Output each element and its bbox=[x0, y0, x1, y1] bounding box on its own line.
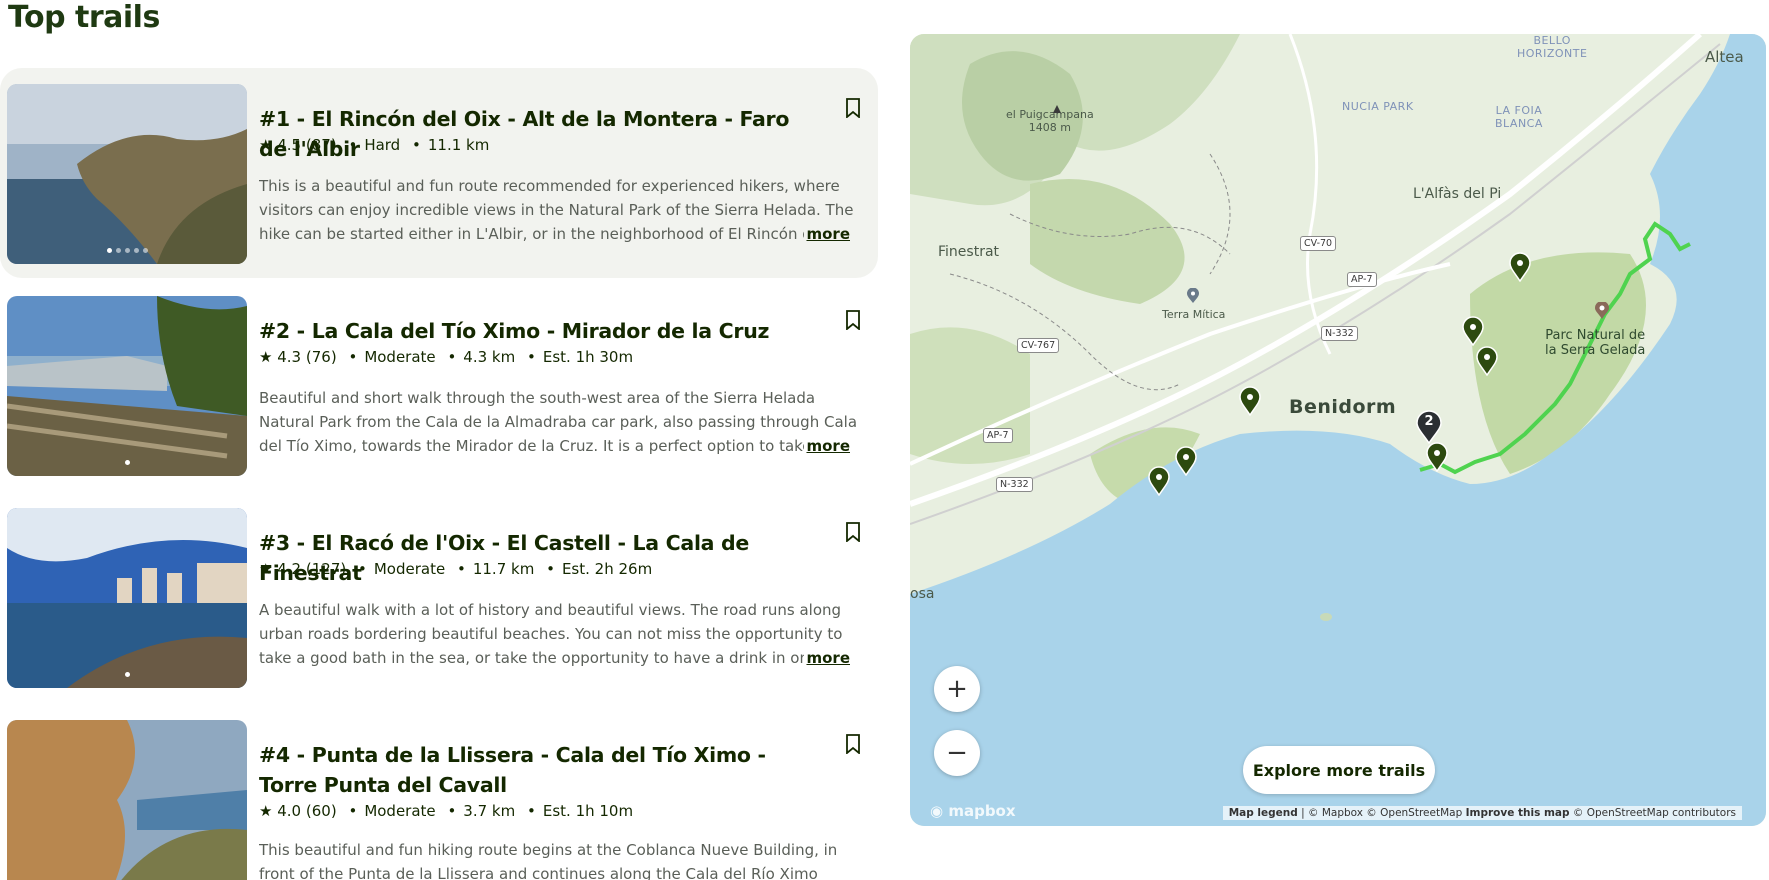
attribution-osm[interactable]: © OpenStreetMap contributors bbox=[1573, 807, 1736, 819]
trail-description-text: Beautiful and short walk through the sou… bbox=[259, 389, 858, 455]
map-label-osa: osa bbox=[910, 586, 935, 602]
map-label-park: Parc Natural de la Serra Gelada bbox=[1545, 328, 1646, 358]
trail-difficulty: Moderate bbox=[373, 560, 446, 578]
trail-pin-icon[interactable] bbox=[1461, 316, 1485, 346]
trail-estimate: Est. 2h 26m bbox=[561, 560, 653, 578]
map-label-altea: Altea bbox=[1705, 48, 1744, 66]
trail-reviews: (60) bbox=[305, 802, 337, 820]
trail-distance: 3.7 km bbox=[463, 802, 516, 820]
zoom-in-button[interactable]: + bbox=[934, 666, 980, 712]
attribution-separator: | bbox=[1301, 807, 1305, 819]
trail-card[interactable]: #2 - La Cala del Tío Ximo - Mirador de l… bbox=[0, 280, 878, 490]
trail-rating: 4.3 bbox=[277, 348, 302, 366]
road-shield: N-332 bbox=[996, 477, 1033, 492]
attribution-mapbox[interactable]: © Mapbox © OpenStreetMap bbox=[1308, 807, 1462, 819]
trail-pin-icon[interactable] bbox=[1425, 442, 1449, 472]
more-link[interactable]: more bbox=[804, 646, 850, 670]
zoom-out-button[interactable]: − bbox=[934, 730, 980, 776]
peak-icon bbox=[1053, 105, 1061, 113]
map-canvas[interactable] bbox=[910, 34, 1766, 826]
improve-map-link[interactable]: Improve this map bbox=[1466, 807, 1570, 819]
trail-title[interactable]: #1 - El Rincón del Oix - Alt de la Monte… bbox=[259, 104, 819, 164]
trail-difficulty: Moderate bbox=[364, 802, 436, 820]
trail-card[interactable]: #4 - Punta de la Llissera - Cala del Tío… bbox=[0, 704, 878, 880]
trail-rating: 4.2 bbox=[277, 560, 302, 578]
more-link[interactable]: more bbox=[804, 222, 850, 246]
page-title: Top trails bbox=[8, 0, 160, 35]
trail-reviews: (87) bbox=[305, 136, 337, 154]
trail-title[interactable]: #3 - El Racó de l'Oix - El Castell - La … bbox=[259, 528, 819, 588]
trail-photo[interactable] bbox=[7, 508, 247, 688]
star-icon: ★ bbox=[259, 560, 273, 578]
trail-reviews: (127) bbox=[305, 560, 347, 578]
bookmark-icon[interactable] bbox=[845, 310, 861, 330]
map-label-nucia: NUCIA PARK bbox=[1342, 100, 1414, 113]
trail-pin-icon[interactable] bbox=[1147, 466, 1171, 496]
star-icon: ★ bbox=[259, 136, 273, 154]
trail-description: This beautiful and fun hiking route begi… bbox=[259, 838, 864, 880]
trail-distance: 4.3 km bbox=[463, 348, 516, 366]
mapbox-logo-text: mapbox bbox=[948, 802, 1016, 820]
trail-title[interactable]: #2 - La Cala del Tío Ximo - Mirador de l… bbox=[259, 316, 819, 346]
map-label-benidorm: Benidorm bbox=[1289, 396, 1397, 418]
trail-meta: ★ 4.0 (60) • Moderate • 3.7 km • Est. 1h 10… bbox=[259, 802, 634, 820]
trail-description: Beautiful and short walk through the sou… bbox=[259, 386, 864, 458]
trail-estimate: Est. 1h 30m bbox=[542, 348, 634, 366]
trail-pin-icon[interactable] bbox=[1174, 446, 1198, 476]
trail-title[interactable]: #4 - Punta de la Llissera - Cala del Tío… bbox=[259, 740, 819, 800]
trail-pin-icon[interactable] bbox=[1475, 346, 1499, 376]
map-attribution: Map legend | © Mapbox © OpenStreetMap Im… bbox=[1222, 806, 1742, 820]
map-label-bello: BELLO HORIZONTE bbox=[1517, 34, 1588, 60]
road-shield: AP-7 bbox=[1347, 272, 1377, 287]
road-shield: CV-767 bbox=[1017, 338, 1060, 353]
map-label-terra: Terra Mítica bbox=[1162, 308, 1226, 321]
trail-photo[interactable] bbox=[7, 720, 247, 880]
bookmark-icon[interactable] bbox=[845, 522, 861, 542]
road-shield: N-332 bbox=[1321, 326, 1358, 341]
trail-description-text: This beautiful and fun hiking route begi… bbox=[259, 841, 838, 880]
park-marker-icon bbox=[1595, 302, 1609, 319]
trail-description: This is a beautiful and fun route recomm… bbox=[259, 174, 864, 246]
cluster-count: 2 bbox=[1424, 414, 1434, 429]
attraction-icon bbox=[1187, 288, 1199, 303]
trail-photo[interactable] bbox=[7, 84, 247, 264]
mapbox-logo-icon: ◉ bbox=[930, 802, 944, 820]
trail-rating: 4.5 bbox=[277, 136, 302, 154]
trail-reviews: (76) bbox=[305, 348, 337, 366]
trail-description-text: This is a beautiful and fun route recomm… bbox=[259, 177, 854, 243]
bookmark-icon[interactable] bbox=[845, 734, 861, 754]
cluster-marker[interactable]: 2 bbox=[1415, 410, 1443, 445]
map-label-alfas: L'Alfàs del Pi bbox=[1413, 186, 1502, 202]
trail-meta: ★ 4.3 (76) • Moderate • 4.3 km • Est. 1h 30… bbox=[259, 348, 634, 366]
trail-card[interactable]: #1 - El Rincón del Oix - Alt de la Monte… bbox=[0, 68, 878, 278]
bookmark-icon[interactable] bbox=[845, 98, 861, 118]
trail-meta: ★ 4.5 (87) • Hard • 11.1 km bbox=[259, 136, 490, 154]
more-link[interactable]: more bbox=[804, 434, 850, 458]
map-label-foia: LA FOIA BLANCA bbox=[1495, 104, 1543, 130]
trail-estimate: Est. 1h 10m bbox=[542, 802, 634, 820]
map-label-puig: el Puigcampana 1408 m bbox=[1006, 108, 1094, 134]
trail-photo[interactable] bbox=[7, 296, 247, 476]
trail-pin-icon[interactable] bbox=[1238, 386, 1262, 416]
road-shield: AP-7 bbox=[983, 428, 1013, 443]
star-icon: ★ bbox=[259, 348, 273, 366]
trail-description-text: A beautiful walk with a lot of history a… bbox=[259, 601, 847, 667]
trail-rating: 4.0 bbox=[277, 802, 302, 820]
trail-meta: ★ 4.2 (127) • Moderate • 11.7 km • Est. 2h … bbox=[259, 560, 653, 578]
trail-card[interactable]: #3 - El Racó de l'Oix - El Castell - La … bbox=[0, 492, 878, 702]
map-label-finestrat: Finestrat bbox=[938, 244, 1000, 260]
trail-pin-icon[interactable] bbox=[1508, 252, 1532, 282]
map-legend-link[interactable]: Map legend bbox=[1229, 807, 1298, 819]
trail-difficulty: Moderate bbox=[364, 348, 436, 366]
trail-distance: 11.1 km bbox=[427, 136, 490, 154]
explore-more-trails-button[interactable]: Explore more trails bbox=[1243, 746, 1435, 794]
trail-map[interactable]: el Puigcampana 1408 m BELLO HORIZONTE Alte… bbox=[910, 34, 1766, 826]
mapbox-logo[interactable]: ◉ mapbox bbox=[930, 802, 1016, 820]
trail-distance: 11.7 km bbox=[472, 560, 535, 578]
trail-description: A beautiful walk with a lot of history a… bbox=[259, 598, 864, 670]
road-shield: CV-70 bbox=[1300, 236, 1337, 251]
star-icon: ★ bbox=[259, 802, 273, 820]
trail-difficulty: Hard bbox=[364, 136, 401, 154]
